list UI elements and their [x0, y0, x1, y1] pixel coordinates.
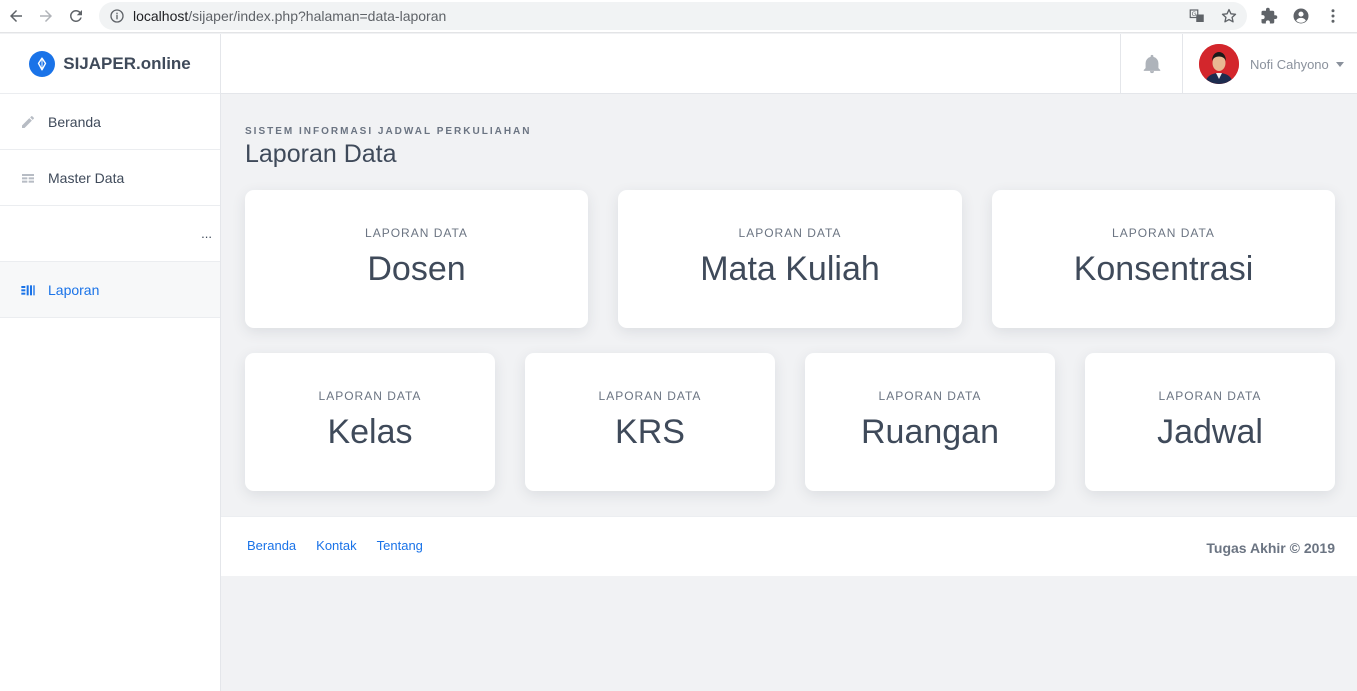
svg-text:G: G [1192, 11, 1197, 18]
translate-button[interactable]: G [1185, 4, 1209, 28]
star-icon [1221, 8, 1237, 23]
url-path: /sijaper/index.php?halaman=data-laporan [188, 8, 447, 24]
forward-button[interactable] [31, 1, 61, 31]
card-title: Jadwal [1157, 413, 1263, 451]
notifications-button[interactable] [1120, 34, 1182, 94]
info-icon[interactable] [109, 8, 125, 24]
bookmark-button[interactable] [1217, 4, 1241, 28]
browser-menu-button[interactable] [1317, 1, 1349, 31]
sidebar-item-beranda[interactable]: Beranda [0, 94, 220, 150]
report-card-krs[interactable]: LAPORAN DATA KRS [525, 353, 775, 491]
arrow-left-icon [10, 10, 22, 22]
sidebar-item-label: Beranda [48, 113, 101, 130]
card-kicker: LAPORAN DATA [598, 389, 702, 403]
footer-copyright: Tugas Akhir © 2019 [1206, 540, 1335, 556]
report-card-dosen[interactable]: LAPORAN DATA Dosen [245, 190, 588, 328]
footer-link-kontak[interactable]: Kontak [316, 538, 356, 553]
more-vertical-icon [1331, 9, 1335, 23]
ellipsis-text: ... [201, 226, 212, 241]
footer-link-tentang[interactable]: Tentang [377, 538, 423, 553]
report-icon [20, 282, 36, 298]
bell-icon [1143, 54, 1160, 74]
browser-toolbar: localhost/sijaper/index.php?halaman=data… [0, 0, 1357, 33]
address-bar[interactable]: localhost/sijaper/index.php?halaman=data… [99, 2, 1247, 30]
avatar [1199, 44, 1239, 84]
brand-name: SIJAPER.online [63, 53, 191, 73]
card-title: KRS [615, 413, 685, 451]
sidebar-item-master-data[interactable]: Master Data [0, 150, 220, 206]
reload-button[interactable] [61, 1, 91, 31]
url-text: localhost/sijaper/index.php?halaman=data… [133, 8, 1185, 24]
footer-links: Beranda Kontak Tentang [247, 538, 423, 553]
top-header: Nofi Cahyono [221, 34, 1357, 94]
main-content: SISTEM INFORMASI JADWAL PERKULIAHAN Lapo… [221, 94, 1357, 691]
footer: Beranda Kontak Tentang Tugas Akhir © 201… [221, 516, 1357, 576]
card-kicker: LAPORAN DATA [1112, 226, 1215, 240]
translate-icon: G [1189, 9, 1204, 22]
card-title: Dosen [367, 250, 466, 288]
report-card-konsentrasi[interactable]: LAPORAN DATA Konsentrasi [992, 190, 1335, 328]
card-title: Kelas [327, 413, 413, 451]
report-card-mata-kuliah[interactable]: LAPORAN DATA Mata Kuliah [618, 190, 962, 328]
report-card-ruangan[interactable]: LAPORAN DATA Ruangan [805, 353, 1055, 491]
card-kicker: LAPORAN DATA [1158, 389, 1262, 403]
card-kicker: LAPORAN DATA [738, 226, 842, 240]
sidebar-item-label: Master Data [48, 169, 125, 186]
diamond-logo-icon [29, 50, 56, 77]
sidebar-item-label: Laporan [48, 281, 100, 298]
url-host: localhost [133, 8, 189, 24]
sidebar-collapsed-group[interactable]: ... [0, 206, 220, 262]
footer-link-beranda[interactable]: Beranda [247, 538, 296, 553]
brand[interactable]: SIJAPER.online [0, 34, 220, 94]
user-menu-button[interactable]: Nofi Cahyono [1182, 34, 1357, 94]
pencil-icon [20, 114, 36, 130]
card-title: Konsentrasi [1073, 250, 1254, 288]
puzzle-icon [1261, 7, 1278, 24]
card-kicker: LAPORAN DATA [318, 389, 422, 403]
card-title: Ruangan [860, 413, 999, 451]
card-kicker: LAPORAN DATA [878, 389, 982, 403]
sidebar: SIJAPER.online Beranda Master Data ... L… [0, 34, 221, 691]
caret-down-icon [1335, 61, 1344, 67]
report-card-jadwal[interactable]: LAPORAN DATA Jadwal [1085, 353, 1335, 491]
card-title: Mata Kuliah [700, 250, 880, 288]
arrow-right-icon [40, 10, 52, 22]
extensions-button[interactable] [1253, 1, 1285, 31]
account-circle-icon [1293, 8, 1309, 24]
sidebar-item-laporan[interactable]: Laporan [0, 262, 220, 318]
user-name: Nofi Cahyono [1250, 56, 1329, 72]
back-button[interactable] [1, 1, 31, 31]
page-title: Laporan Data [245, 140, 397, 168]
profile-button[interactable] [1285, 1, 1317, 31]
reload-icon [69, 9, 82, 22]
report-card-kelas[interactable]: LAPORAN DATA Kelas [245, 353, 495, 491]
table-icon [20, 170, 36, 186]
page-subtitle: SISTEM INFORMASI JADWAL PERKULIAHAN [245, 126, 532, 137]
card-kicker: LAPORAN DATA [365, 226, 468, 240]
